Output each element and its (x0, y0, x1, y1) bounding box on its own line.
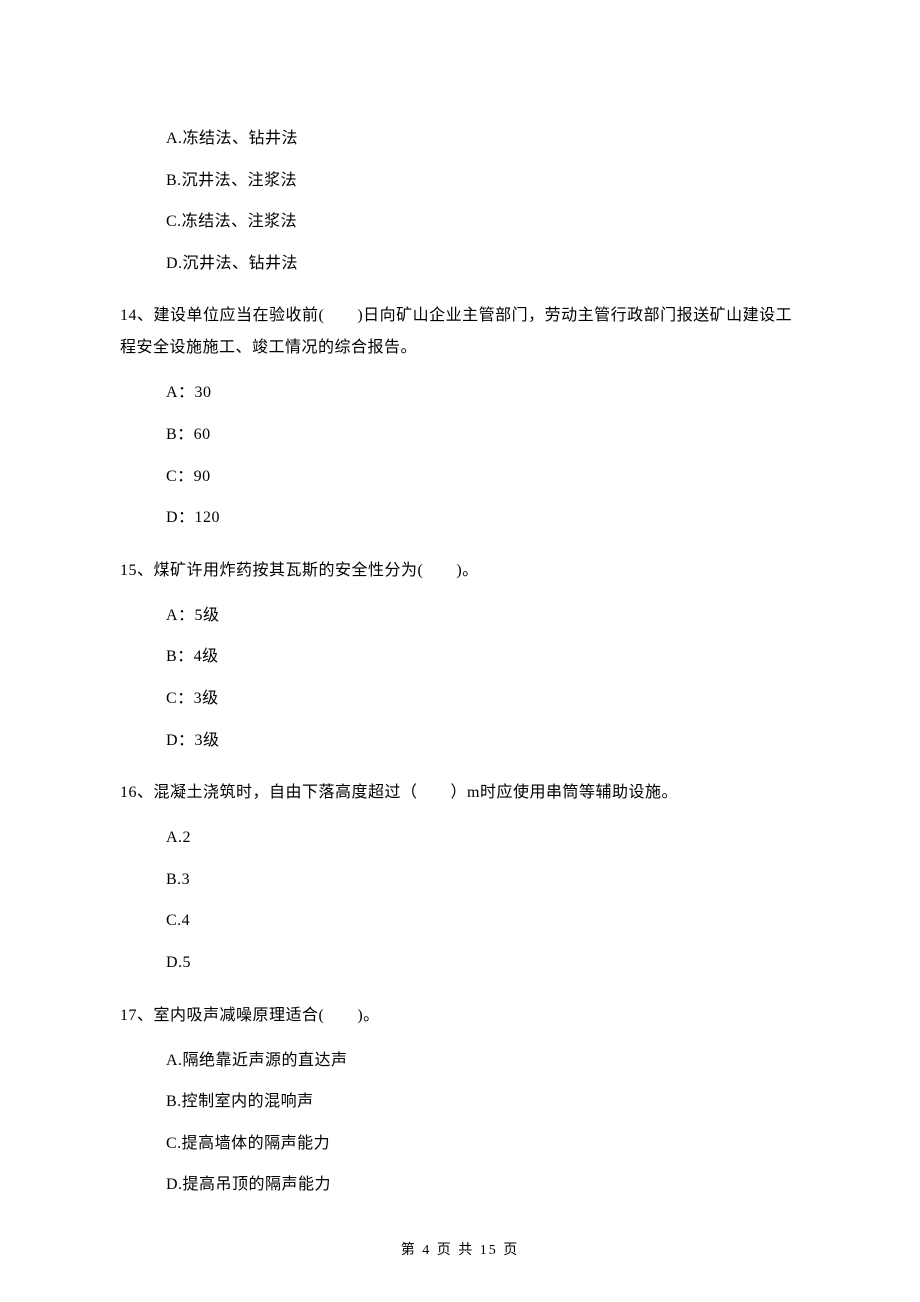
q16-options: A.2 B.3 C.4 D.5 (166, 825, 800, 975)
q14-option-c: C：90 (166, 464, 800, 490)
q15-option-d: D：3级 (166, 728, 800, 754)
q13-option-c: C.冻结法、注浆法 (166, 209, 800, 235)
q16-option-c: C.4 (166, 908, 800, 934)
q14-options: A：30 B：60 C：90 D：120 (166, 380, 800, 530)
q16-option-b: B.3 (166, 867, 800, 893)
q13-option-b: B.沉井法、注浆法 (166, 168, 800, 194)
q17-option-b: B.控制室内的混响声 (166, 1089, 800, 1115)
q13-option-d: D.沉井法、钻井法 (166, 251, 800, 277)
q16-option-a: A.2 (166, 825, 800, 851)
q17-text: 17、室内吸声减噪原理适合( )。 (120, 1000, 800, 1032)
q13-options: A.冻结法、钻井法 B.沉井法、注浆法 C.冻结法、注浆法 D.沉井法、钻井法 (166, 126, 800, 276)
q17-option-a: A.隔绝靠近声源的直达声 (166, 1048, 800, 1074)
q14-option-d: D：120 (166, 505, 800, 531)
q13-option-a: A.冻结法、钻井法 (166, 126, 800, 152)
q17-option-d: D.提高吊顶的隔声能力 (166, 1172, 800, 1198)
q14-text: 14、建设单位应当在验收前( )日向矿山企业主管部门，劳动主管行政部门报送矿山建… (120, 300, 800, 364)
q15-option-b: B：4级 (166, 644, 800, 670)
q14-option-a: A：30 (166, 380, 800, 406)
page-footer: 第 4 页 共 15 页 (0, 1240, 920, 1262)
q16-text: 16、混凝土浇筑时，自由下落高度超过（ ）m时应使用串筒等辅助设施。 (120, 777, 800, 809)
document-page: A.冻结法、钻井法 B.沉井法、注浆法 C.冻结法、注浆法 D.沉井法、钻井法 … (0, 0, 920, 1302)
q17-option-c: C.提高墙体的隔声能力 (166, 1131, 800, 1157)
q16-option-d: D.5 (166, 950, 800, 976)
q15-option-c: C：3级 (166, 686, 800, 712)
q17-options: A.隔绝靠近声源的直达声 B.控制室内的混响声 C.提高墙体的隔声能力 D.提高… (166, 1048, 800, 1198)
q14-option-b: B：60 (166, 422, 800, 448)
q15-options: A：5级 B：4级 C：3级 D：3级 (166, 603, 800, 753)
q15-option-a: A：5级 (166, 603, 800, 629)
q15-text: 15、煤矿许用炸药按其瓦斯的安全性分为( )。 (120, 555, 800, 587)
